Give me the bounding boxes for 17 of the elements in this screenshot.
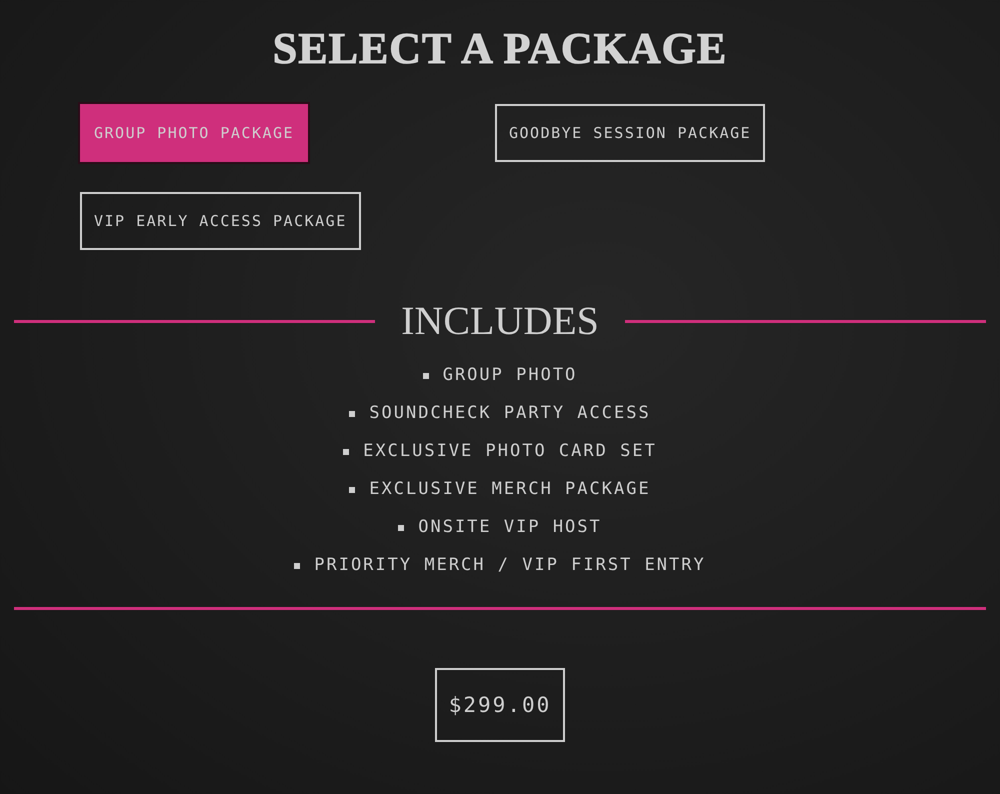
included-item: EXCLUSIVE MERCH PACKAGE <box>369 478 651 501</box>
bullet-icon <box>349 486 356 492</box>
included-item: SOUNDCHECK PARTY ACCESS <box>369 402 651 425</box>
package-button[interactable]: VIP EARLY ACCESS PACKAGE <box>80 192 361 250</box>
bullet-icon <box>294 562 300 568</box>
bullet-icon <box>349 410 356 416</box>
included-item: ONSITE VIP HOST <box>418 516 602 539</box>
bullet-icon <box>422 372 429 378</box>
bullet-icon <box>398 524 404 530</box>
included-item: PRIORITY MERCH / VIP FIRST ENTRY <box>314 554 706 577</box>
bullet-icon <box>343 448 350 454</box>
package-button[interactable]: GOODBYE SESSION PACKAGE <box>495 104 766 162</box>
included-item: EXCLUSIVE PHOTO CARD SET <box>363 440 657 463</box>
included-item: GROUP PHOTO <box>442 364 578 387</box>
page-title: SELECT A PACKAGE <box>272 24 728 74</box>
price-box: $299.00 <box>435 668 565 742</box>
section-heading: INCLUDES <box>401 297 599 345</box>
